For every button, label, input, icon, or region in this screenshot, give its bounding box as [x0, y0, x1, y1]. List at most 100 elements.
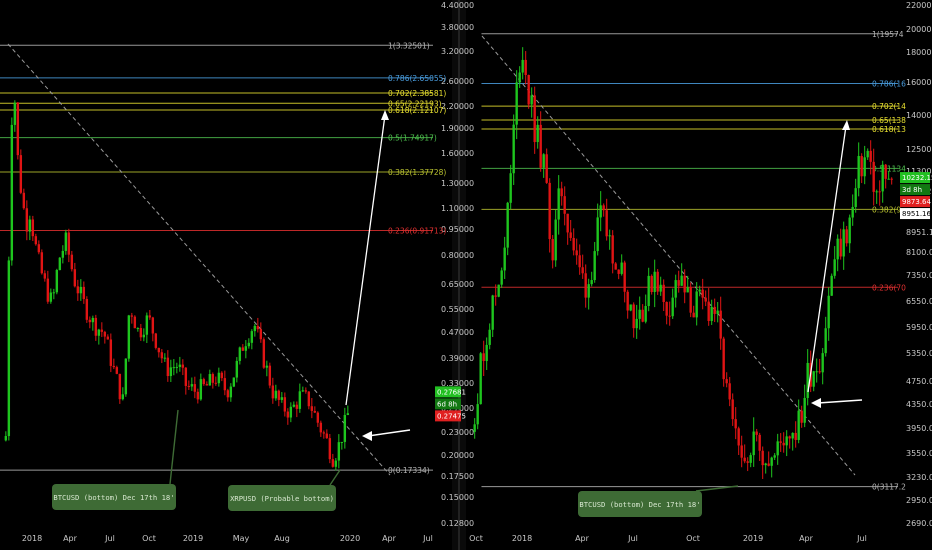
candle-body	[848, 217, 851, 244]
y-tick-label: 3950.00	[906, 424, 932, 433]
candle-body	[803, 397, 806, 423]
fib-level-label: 0.786(2.65055)	[388, 74, 446, 83]
candle-body	[76, 286, 80, 294]
candle-body	[716, 310, 719, 314]
candle-body	[746, 461, 749, 463]
candle-body	[88, 319, 92, 323]
candle-body	[211, 374, 215, 383]
candle-body	[346, 413, 350, 415]
y-tick-label: 5950.00	[906, 323, 932, 332]
candle-body	[163, 357, 167, 359]
candle-body	[151, 317, 155, 334]
projection-arrowhead	[842, 120, 850, 130]
candle-body	[265, 365, 269, 368]
candle-body	[476, 404, 479, 425]
pointer-arrow[interactable]	[367, 429, 411, 437]
candle-body	[121, 394, 125, 400]
candle-body	[280, 397, 284, 400]
candle-body	[103, 331, 107, 337]
candle-body	[518, 72, 521, 83]
candle-body	[334, 460, 338, 467]
candle-body	[776, 441, 779, 456]
x-tick-label: Oct	[142, 534, 156, 543]
candle-body	[743, 457, 746, 462]
x-tick-label: Aug	[274, 534, 290, 543]
candle-body	[214, 382, 218, 384]
candle-body	[692, 312, 695, 318]
y-tick-label: 4350.00	[906, 400, 932, 409]
dual-chart-canvas[interactable]: 4.400003.800003.200002.600002.200001.900…	[0, 0, 932, 550]
candle-body	[719, 310, 722, 339]
candle-body	[494, 295, 497, 297]
chart-workspace: 4.40000 3.80000 3.20000 2.60000 2.20000 1.900…	[0, 0, 932, 550]
annotation-text: XRPUSD (Probable bottom)	[230, 494, 334, 503]
fib-level-label: 0(0.17334)	[388, 466, 430, 475]
candle-body	[770, 457, 773, 466]
fib-level-label: 1(19574	[872, 30, 904, 39]
candle-body	[821, 353, 824, 373]
x-tick-label: 2018	[22, 534, 42, 543]
x-tick-label: 2020	[340, 534, 360, 543]
annotation-text: BTCUSD (bottom) Dec 17th 18'	[53, 493, 174, 502]
candle-body	[40, 252, 44, 274]
candle-body	[10, 124, 14, 261]
y-tick-label: 0.23000	[441, 428, 474, 437]
candle-body	[91, 317, 95, 323]
candle-body	[488, 329, 491, 345]
candle-body	[166, 357, 170, 377]
candle-body	[193, 384, 197, 392]
y-tick-label: 18000.00	[906, 48, 932, 57]
y-tick-label: 1.60000	[441, 149, 474, 158]
candle-body	[277, 390, 281, 400]
y-tick-label: 7350.00	[906, 271, 932, 280]
candle-body	[614, 263, 617, 270]
candle-body	[97, 329, 101, 336]
candle-body	[575, 250, 578, 256]
candle-body	[133, 316, 137, 329]
candle-body	[794, 432, 797, 440]
candle-body	[154, 333, 158, 348]
candle-body	[530, 95, 533, 105]
pointer-arrow[interactable]	[817, 399, 863, 404]
candle-body	[734, 419, 737, 429]
price-badge-label: 8951.16	[902, 210, 931, 218]
x-tick-label: May	[233, 534, 250, 543]
candle-body	[818, 371, 821, 373]
candle-body	[800, 410, 803, 423]
candle-body	[61, 250, 65, 258]
candle-body	[232, 377, 236, 387]
candle-body	[869, 150, 872, 162]
fib-level-label: 0.236(70	[872, 283, 906, 292]
candle-body	[887, 178, 890, 180]
price-badge-label: 10232.15	[902, 174, 932, 182]
trendline-dashed[interactable]	[7, 43, 391, 476]
candle-body	[884, 164, 887, 179]
candle-body	[256, 325, 260, 330]
candle-body	[635, 318, 638, 329]
y-tick-label: 0.17500	[441, 472, 474, 481]
y-tick-label: 5350.00	[906, 349, 932, 358]
candle-body	[82, 286, 86, 299]
candle-body	[482, 353, 485, 362]
projection-arrow[interactable]	[345, 114, 386, 406]
fib-level-label: 0.618(13	[872, 125, 906, 134]
y-tick-label: 4750.00	[906, 377, 932, 386]
y-tick-label: 20000.00	[906, 25, 932, 34]
y-tick-label: 0.15000	[441, 493, 474, 502]
candle-body	[845, 229, 848, 244]
candle-body	[226, 390, 230, 398]
y-tick-label: 6550.00	[906, 297, 932, 306]
candle-body	[752, 431, 755, 456]
candle-body	[331, 459, 335, 467]
candle-body	[181, 364, 185, 368]
candle-body	[779, 441, 782, 443]
price-badge-label: 0.27475	[437, 412, 466, 420]
candle-body	[136, 328, 140, 330]
candle-body	[617, 269, 620, 274]
candle-body	[145, 315, 149, 335]
candle-body	[473, 424, 476, 432]
candle-body	[292, 404, 296, 407]
y-tick-label: 8951.16	[906, 228, 932, 237]
x-tick-label: Jul	[422, 534, 433, 543]
candle-body	[319, 422, 323, 433]
